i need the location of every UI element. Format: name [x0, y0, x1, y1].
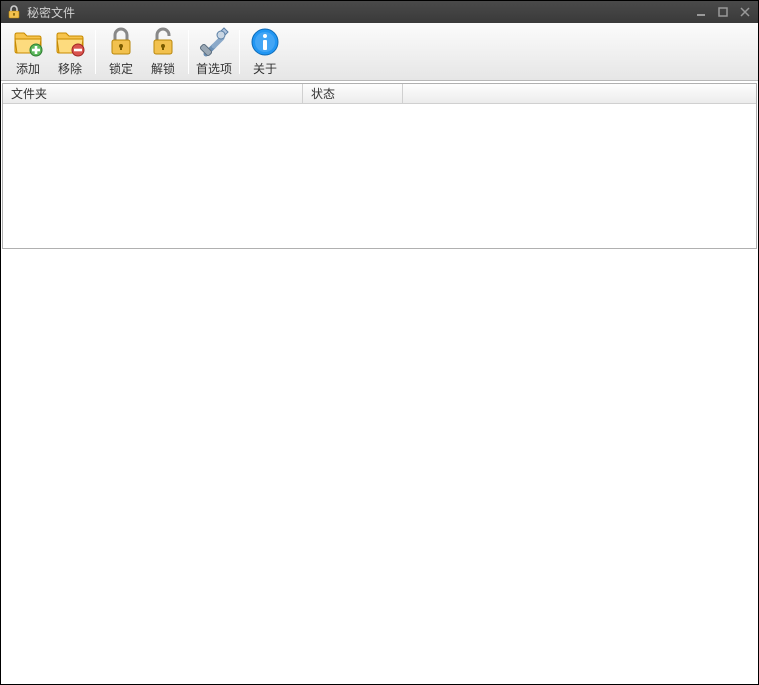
list-body[interactable]: [3, 104, 756, 248]
add-button[interactable]: 添加: [7, 26, 49, 78]
preferences-label: 首选项: [196, 60, 232, 77]
lock-button[interactable]: 锁定: [100, 26, 142, 78]
column-status[interactable]: 状态: [303, 84, 403, 103]
unlock-button[interactable]: 解锁: [142, 26, 184, 78]
info-icon: [249, 26, 281, 58]
content-area: 文件夹 状态: [1, 81, 758, 684]
toolbar-group-options: 首选项: [193, 26, 235, 78]
maximize-button[interactable]: [716, 5, 730, 19]
toolbar: 添加 移除: [1, 23, 758, 81]
minimize-button[interactable]: [694, 5, 708, 19]
add-label: 添加: [16, 60, 40, 77]
column-status-label: 状态: [311, 85, 335, 102]
lock-label: 锁定: [109, 60, 133, 77]
toolbar-group-help: 关于: [244, 26, 286, 78]
toolbar-separator: [239, 30, 240, 74]
remove-label: 移除: [58, 60, 82, 77]
column-folder[interactable]: 文件夹: [3, 84, 303, 103]
unlock-label: 解锁: [151, 60, 175, 77]
remove-button[interactable]: 移除: [49, 26, 91, 78]
list-header: 文件夹 状态: [3, 84, 756, 104]
about-label: 关于: [253, 60, 277, 77]
column-spacer: [403, 84, 756, 103]
about-button[interactable]: 关于: [244, 26, 286, 78]
folder-add-icon: [12, 26, 44, 58]
app-lock-icon: [7, 5, 21, 19]
toolbar-separator: [95, 30, 96, 74]
toolbar-separator: [188, 30, 189, 74]
lock-open-icon: [147, 26, 179, 58]
window-title: 秘密文件: [27, 4, 694, 21]
folder-remove-icon: [54, 26, 86, 58]
window-controls: [694, 5, 752, 19]
folder-list[interactable]: 文件夹 状态: [2, 83, 757, 249]
preferences-icon: [198, 26, 230, 58]
toolbar-group-lock: 锁定 解锁: [100, 26, 184, 78]
lock-closed-icon: [105, 26, 137, 58]
preferences-button[interactable]: 首选项: [193, 26, 235, 78]
main-window: 秘密文件: [0, 0, 759, 685]
lower-panel: [1, 250, 758, 684]
column-folder-label: 文件夹: [11, 85, 47, 102]
close-button[interactable]: [738, 5, 752, 19]
titlebar: 秘密文件: [1, 1, 758, 23]
toolbar-group-folder: 添加 移除: [7, 26, 91, 78]
